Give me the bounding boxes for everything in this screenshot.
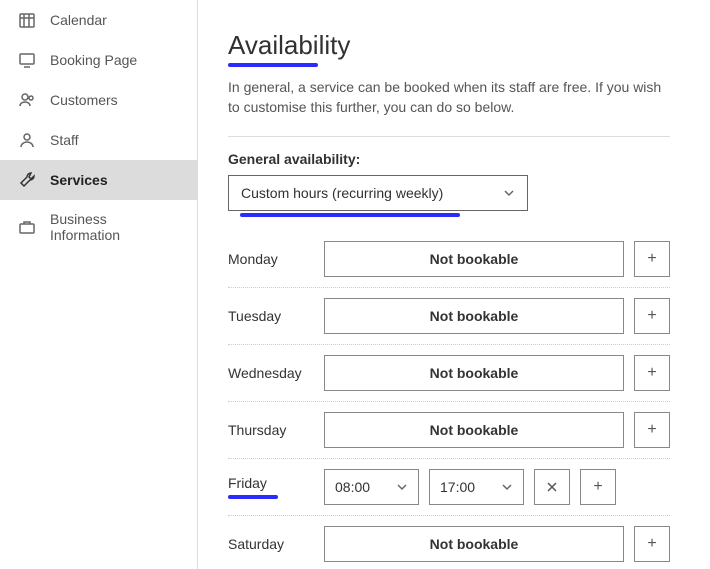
start-time-select[interactable]: 08:00: [324, 469, 419, 505]
nav-label: Booking Page: [50, 52, 137, 68]
add-slot-button[interactable]: +: [634, 412, 670, 448]
monitor-icon: [18, 51, 36, 69]
not-bookable-box: Not bookable: [324, 241, 624, 277]
nav-staff[interactable]: Staff: [0, 120, 197, 160]
day-label: Friday: [228, 475, 314, 499]
page-description: In general, a service can be booked when…: [228, 77, 670, 118]
wrench-icon: [18, 171, 36, 189]
day-row-saturday: Saturday Not bookable +: [228, 516, 670, 569]
chevron-down-icon: [396, 481, 408, 493]
day-label: Tuesday: [228, 308, 314, 324]
dropdown-value: Custom hours (recurring weekly): [241, 185, 443, 201]
general-availability-label: General availability:: [228, 151, 670, 167]
nav-label: Services: [50, 172, 108, 188]
nav-label: Business Information: [50, 211, 179, 243]
day-label: Thursday: [228, 422, 314, 438]
add-slot-button[interactable]: +: [634, 526, 670, 562]
not-bookable-box: Not bookable: [324, 298, 624, 334]
nav-calendar[interactable]: Calendar: [0, 0, 197, 40]
sidebar: Calendar Booking Page Customers Staff Se…: [0, 0, 198, 569]
day-row-thursday: Thursday Not bookable +: [228, 402, 670, 459]
briefcase-icon: [18, 218, 36, 236]
end-time-value: 17:00: [440, 479, 475, 495]
nav-business-info[interactable]: Business Information: [0, 200, 197, 254]
availability-dropdown[interactable]: Custom hours (recurring weekly): [228, 175, 528, 211]
nav-label: Staff: [50, 132, 79, 148]
add-slot-button[interactable]: +: [634, 298, 670, 334]
end-time-select[interactable]: 17:00: [429, 469, 524, 505]
day-label: Monday: [228, 251, 314, 267]
nav-customers[interactable]: Customers: [0, 80, 197, 120]
start-time-value: 08:00: [335, 479, 370, 495]
close-icon: [546, 481, 558, 493]
not-bookable-box: Not bookable: [324, 355, 624, 391]
nav-label: Customers: [50, 92, 118, 108]
nav-label: Calendar: [50, 12, 107, 28]
page-title: Availability: [228, 30, 670, 61]
annotation-underline: [228, 495, 278, 499]
nav-services[interactable]: Services: [0, 160, 197, 200]
calendar-icon: [18, 11, 36, 29]
day-label: Wednesday: [228, 365, 314, 381]
chevron-down-icon: [503, 187, 515, 199]
annotation-underline: [228, 63, 318, 67]
day-label: Saturday: [228, 536, 314, 552]
customers-icon: [18, 91, 36, 109]
day-row-tuesday: Tuesday Not bookable +: [228, 288, 670, 345]
remove-slot-button[interactable]: [534, 469, 570, 505]
add-slot-button[interactable]: +: [634, 241, 670, 277]
day-row-monday: Monday Not bookable +: [228, 231, 670, 288]
divider: [228, 136, 670, 137]
add-slot-button[interactable]: +: [634, 355, 670, 391]
chevron-down-icon: [501, 481, 513, 493]
day-label-text: Friday: [228, 475, 267, 491]
nav-booking-page[interactable]: Booking Page: [0, 40, 197, 80]
day-row-wednesday: Wednesday Not bookable +: [228, 345, 670, 402]
main-content: Availability In general, a service can b…: [198, 0, 710, 569]
not-bookable-box: Not bookable: [324, 412, 624, 448]
add-slot-button[interactable]: +: [580, 469, 616, 505]
annotation-underline: [240, 213, 460, 217]
staff-icon: [18, 131, 36, 149]
not-bookable-box: Not bookable: [324, 526, 624, 562]
day-row-friday: Friday 08:00 17:00 +: [228, 459, 670, 516]
